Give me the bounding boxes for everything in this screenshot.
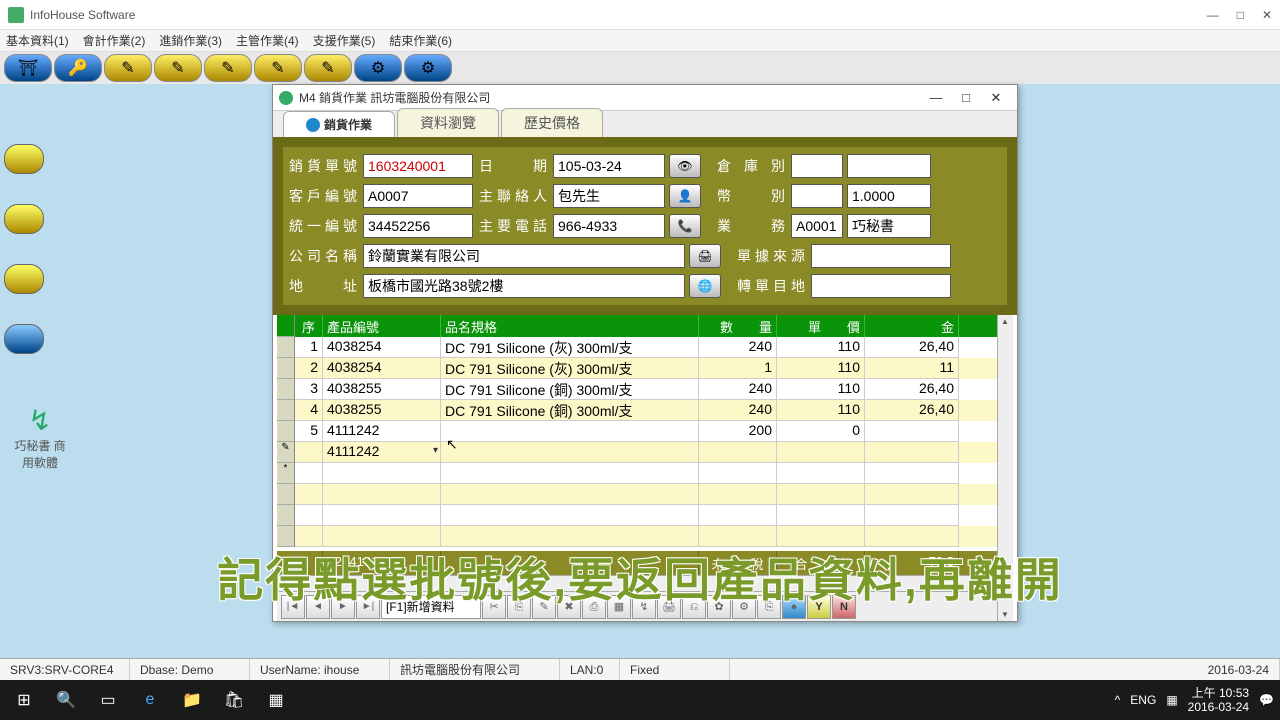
date-picker-button[interactable]: 👁 [669,154,701,178]
input-rate[interactable] [847,184,931,208]
table-row[interactable]: 541112422000 [277,421,997,442]
input-warehouse-name[interactable] [847,154,931,178]
app-logo-icon [8,7,24,23]
sales-window: M4 銷貨作業 訊坊電腦股份有限公司 — □ ✕ 銷貨作業 資料瀏覽 歷史價格 … [272,84,1018,622]
window-title: M4 銷貨作業 訊坊電腦股份有限公司 [299,89,921,106]
label-tel: 主要電話 [477,216,549,236]
tray-input-icon[interactable]: ▦ [1166,693,1177,707]
input-sales-name[interactable] [847,214,931,238]
label-contact: 主聯絡人 [477,186,549,206]
menu-inventory[interactable]: 進銷作業(3) [159,32,222,49]
tray-date[interactable]: 2016-03-24 [1188,700,1249,714]
tray-time[interactable]: 上午 10:53 [1188,686,1249,700]
toolbar-btn-6[interactable]: ✎ [254,54,302,82]
table-row[interactable]: 24038254DC 791 Silicone (灰) 300ml/支11101… [277,358,997,379]
table-row-editing[interactable]: ✎4111242▾ [277,442,997,463]
app-taskbar-icon[interactable]: ▦ [258,684,294,716]
toolbar-btn-5[interactable]: ✎ [204,54,252,82]
menu-basic[interactable]: 基本資料(1) [6,32,69,49]
store-icon[interactable]: 🛍 [216,684,252,716]
input-address[interactable] [363,274,685,298]
brand-logo: ↯ 巧秘書 商用軟體 [10,404,70,471]
explorer-icon[interactable]: 📁 [174,684,210,716]
label-currency: 幣 別 [715,186,787,206]
table-row[interactable]: 14038254DC 791 Silicone (灰) 300ml/支24011… [277,337,997,358]
input-company[interactable] [363,244,685,268]
menu-manager[interactable]: 主管作業(4) [236,32,299,49]
toolbar-btn-7[interactable]: ✎ [304,54,352,82]
close-button[interactable]: ✕ [1262,8,1272,22]
label-custno: 客戶編號 [287,186,359,206]
toolbar-btn-4[interactable]: ✎ [154,54,202,82]
input-currency[interactable] [791,184,843,208]
inner-maximize-button[interactable]: □ [951,90,981,105]
side-icon-2[interactable] [4,204,44,234]
label-uniform: 統一編號 [287,216,359,236]
app-title: InfoHouse Software [30,8,1207,22]
label-warehouse: 倉 庫 別 [715,156,787,176]
tray-notifications-icon[interactable]: 💬 [1259,693,1274,707]
minimize-button[interactable]: — [1207,8,1219,22]
label-orderno: 銷貨單號 [287,156,359,176]
toolbar-btn-3[interactable]: ✎ [104,54,152,82]
tab-sales[interactable]: 銷貨作業 [283,111,395,137]
contact-lookup-button[interactable]: 👤 [669,184,701,208]
grid-header: 序 產品編號 品名規格 數 量 單 價 金 [277,315,997,337]
input-custno[interactable] [363,184,473,208]
label-date: 日 期 [477,156,549,176]
start-button[interactable]: ⊞ [6,684,42,716]
table-row[interactable]: 34038255DC 791 Silicone (銅) 300ml/支24011… [277,379,997,400]
table-row-new[interactable]: * [277,463,997,484]
inner-close-button[interactable]: ✕ [981,90,1011,106]
menu-exit[interactable]: 結束作業(6) [389,32,452,49]
label-dest: 轉單目地 [735,276,807,296]
side-icon-1[interactable] [4,144,44,174]
tray-lang[interactable]: ENG [1130,693,1156,707]
side-icon-4[interactable] [4,324,44,354]
outer-titlebar: InfoHouse Software — □ ✕ [0,0,1280,30]
taskbar: ⊞ 🔍 ▭ e 📁 🛍 ▦ ^ ENG ▦ 上午 10:53 2016-03-2… [0,680,1280,720]
menu-support[interactable]: 支援作業(5) [313,32,376,49]
tel-button[interactable]: 📞 [669,214,701,238]
grid-body[interactable]: 14038254DC 791 Silicone (灰) 300ml/支24011… [277,337,997,551]
input-dest[interactable] [811,274,951,298]
input-uniform[interactable] [363,214,473,238]
menu-accounting[interactable]: 會計作業(2) [83,32,146,49]
status-bar: SRV3:SRV-CORE4 Dbase: Demo UserName: iho… [0,658,1280,680]
company-lookup-button[interactable]: 🖨 [689,244,721,268]
inner-minimize-button[interactable]: — [921,90,951,105]
window-icon [279,91,293,105]
toolbar-btn-8[interactable]: ⚙ [354,54,402,82]
main-toolbar: ⛩ 🔑 ✎ ✎ ✎ ✎ ✎ ⚙ ⚙ [0,52,1280,84]
input-contact[interactable] [553,184,665,208]
tab-history[interactable]: 歷史價格 [501,108,603,137]
input-warehouse-code[interactable] [791,154,843,178]
taskview-icon[interactable]: ▭ [90,684,126,716]
input-tel[interactable] [553,214,665,238]
table-row-empty [277,484,997,505]
instruction-overlay: 記得點選批號後,要返回產品資料,再離開 [0,544,1280,610]
menubar: 基本資料(1) 會計作業(2) 進銷作業(3) 主管作業(4) 支援作業(5) … [0,30,1280,52]
edge-icon[interactable]: e [132,684,168,716]
table-row-empty [277,505,997,526]
table-row[interactable]: 44038255DC 791 Silicone (銅) 300ml/支24011… [277,400,997,421]
tab-browse[interactable]: 資料瀏覽 [397,108,499,137]
side-icon-3[interactable] [4,264,44,294]
toolbar-btn-2[interactable]: 🔑 [54,54,102,82]
input-sales-code[interactable] [791,214,843,238]
tray-up-icon[interactable]: ^ [1115,693,1121,707]
search-icon[interactable]: 🔍 [48,684,84,716]
maximize-button[interactable]: □ [1237,8,1244,22]
label-sales: 業 務 [715,216,787,236]
label-company: 公司名稱 [287,246,359,266]
label-source: 單據來源 [735,246,807,266]
address-button[interactable]: 🌐 [689,274,721,298]
toolbar-btn-9[interactable]: ⚙ [404,54,452,82]
input-orderno[interactable] [363,154,473,178]
label-address: 地 址 [287,276,359,296]
toolbar-btn-1[interactable]: ⛩ [4,54,52,82]
input-source[interactable] [811,244,951,268]
input-date[interactable] [553,154,665,178]
